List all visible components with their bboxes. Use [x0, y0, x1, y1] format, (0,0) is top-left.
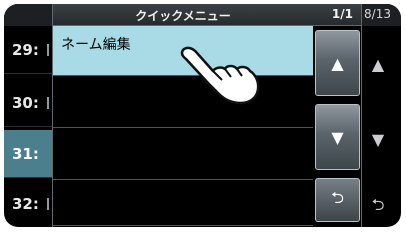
device-bezel: 8/13 29: 30: 31: 32: ▲ ▼ ⮌ クイックメニュー 1/1 …: [0, 0, 406, 231]
quick-menu-page: 1/1: [331, 7, 353, 21]
quick-menu-title: クイックメニュー: [135, 9, 231, 23]
triangle-down-icon: ▼: [331, 127, 344, 147]
channel-number: 31:: [12, 144, 39, 163]
channel-row-29[interactable]: 29:: [4, 26, 52, 74]
menu-item-empty[interactable]: [53, 180, 313, 226]
background-down-button[interactable]: ▼: [360, 116, 396, 162]
menu-item-empty[interactable]: [53, 78, 313, 128]
triangle-up-icon: ▲: [371, 54, 385, 74]
scroll-up-button[interactable]: ▲: [315, 30, 360, 96]
channel-row-30[interactable]: 30:: [4, 79, 52, 127]
background-back-button[interactable]: ⮌: [360, 184, 396, 227]
channel-number: 30:: [12, 93, 39, 112]
channel-number: 32:: [12, 194, 39, 213]
quick-menu-popup: クイックメニュー 1/1 ネーム編集 ▲ ▼ ⮌: [52, 4, 362, 227]
quick-menu-title-bar: クイックメニュー 1/1: [53, 4, 361, 26]
memory-page-indicator: 8/13: [364, 7, 391, 21]
return-arrow-icon: ⮌: [371, 194, 385, 214]
scroll-down-button[interactable]: ▼: [315, 104, 360, 170]
menu-item-label: ネーム編集: [61, 37, 131, 53]
menu-item-empty[interactable]: [53, 130, 313, 180]
channel-number: 29:: [12, 40, 39, 59]
channel-mark: [47, 97, 49, 109]
return-arrow-icon: ⮌: [331, 187, 344, 207]
channel-mark: [47, 44, 49, 56]
triangle-up-icon: ▲: [331, 53, 344, 73]
background-up-button[interactable]: ▲: [360, 41, 396, 87]
channel-mark: [47, 198, 49, 210]
touch-screen: 8/13 29: 30: 31: 32: ▲ ▼ ⮌ クイックメニュー 1/1 …: [4, 4, 401, 227]
channel-row-31[interactable]: 31:: [4, 130, 52, 178]
quick-menu-list: ネーム編集: [53, 26, 313, 226]
channel-row-32[interactable]: 32:: [4, 180, 52, 227]
menu-item-name-edit[interactable]: ネーム編集: [53, 26, 313, 76]
triangle-down-icon: ▼: [371, 129, 385, 149]
back-button[interactable]: ⮌: [315, 178, 360, 222]
